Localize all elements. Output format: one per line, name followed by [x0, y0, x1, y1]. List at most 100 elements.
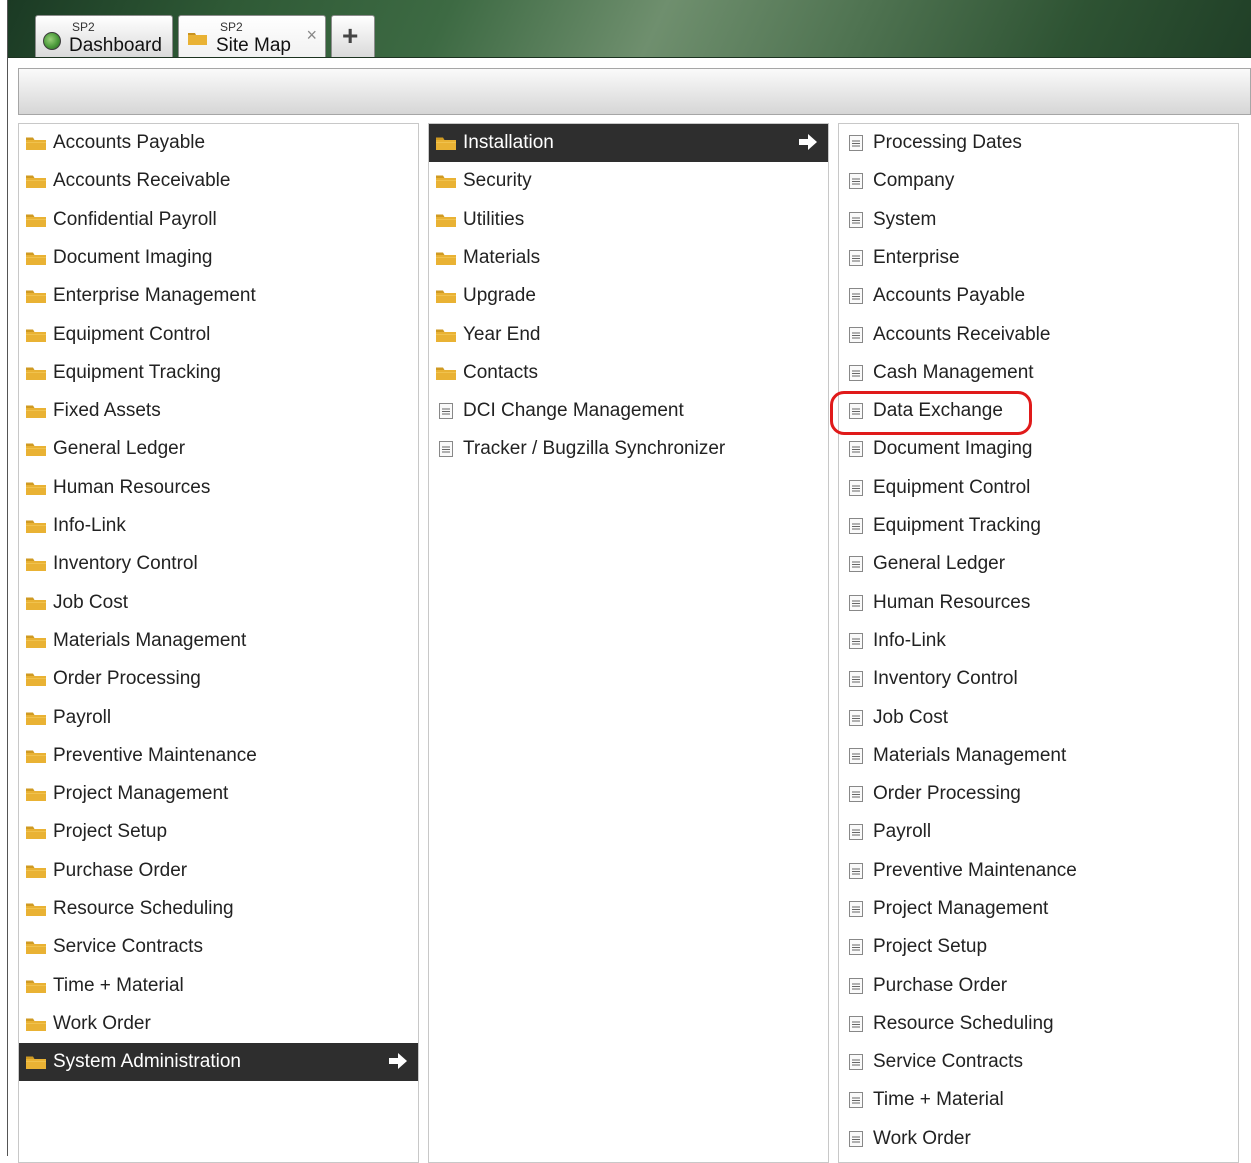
item-label: Cash Management: [873, 362, 1034, 383]
page-item-info-link[interactable]: Info-Link: [839, 622, 1238, 660]
folder-icon: [25, 940, 47, 955]
folder-icon: [25, 404, 47, 419]
page-item-time-material[interactable]: Time + Material: [839, 1081, 1238, 1119]
folder-icon: [25, 519, 47, 534]
item-label: Preventive Maintenance: [873, 860, 1077, 881]
item-label: Enterprise Management: [53, 285, 256, 306]
document-icon: [435, 403, 457, 419]
page-item-service-contracts[interactable]: Service Contracts: [839, 1043, 1238, 1081]
page-item-project-management[interactable]: Project Management: [839, 890, 1238, 928]
item-label: Equipment Control: [53, 324, 211, 345]
page-item-general-ledger[interactable]: General Ledger: [839, 545, 1238, 583]
item-label: Confidential Payroll: [53, 209, 217, 230]
folder-item-equipment-control[interactable]: Equipment Control: [19, 316, 418, 354]
page-item-project-setup[interactable]: Project Setup: [839, 928, 1238, 966]
folder-item-job-cost[interactable]: Job Cost: [19, 584, 418, 622]
page-item-system[interactable]: System: [839, 201, 1238, 239]
tab-site-map[interactable]: SP2 Site Map ×: [178, 15, 326, 58]
page-item-human-resources[interactable]: Human Resources: [839, 584, 1238, 622]
add-tab-button[interactable]: +: [331, 15, 375, 58]
item-label: Materials Management: [53, 630, 247, 651]
item-label: Time + Material: [873, 1089, 1004, 1110]
page-item-dci-change-management[interactable]: DCI Change Management: [429, 392, 828, 430]
folder-item-project-setup[interactable]: Project Setup: [19, 813, 418, 851]
folder-item-preventive-maintenance[interactable]: Preventive Maintenance: [19, 737, 418, 775]
folder-item-human-resources[interactable]: Human Resources: [19, 469, 418, 507]
window-left-edge: [0, 0, 8, 1156]
folder-item-document-imaging[interactable]: Document Imaging: [19, 239, 418, 277]
folder-item-project-management[interactable]: Project Management: [19, 775, 418, 813]
installation-column: Processing Dates Company System Enterprise A…: [838, 123, 1239, 1163]
folder-icon: [25, 174, 47, 189]
page-item-enterprise[interactable]: Enterprise: [839, 239, 1238, 277]
folder-item-time-material[interactable]: Time + Material: [19, 967, 418, 1005]
page-item-job-cost[interactable]: Job Cost: [839, 699, 1238, 737]
page-item-accounts-receivable[interactable]: Accounts Receivable: [839, 316, 1238, 354]
page-item-materials-management[interactable]: Materials Management: [839, 737, 1238, 775]
document-icon: [845, 978, 867, 994]
item-label: Materials Management: [873, 745, 1067, 766]
folder-item-order-processing[interactable]: Order Processing: [19, 660, 418, 698]
folder-item-equipment-tracking[interactable]: Equipment Tracking: [19, 354, 418, 392]
page-item-order-processing[interactable]: Order Processing: [839, 775, 1238, 813]
item-label: Info-Link: [873, 630, 946, 651]
folder-item-work-order[interactable]: Work Order: [19, 1005, 418, 1043]
folder-item-contacts[interactable]: Contacts: [429, 354, 828, 392]
folder-item-materials[interactable]: Materials: [429, 239, 828, 277]
folder-item-enterprise-management[interactable]: Enterprise Management: [19, 277, 418, 315]
page-item-resource-scheduling[interactable]: Resource Scheduling: [839, 1005, 1238, 1043]
folder-item-fixed-assets[interactable]: Fixed Assets: [19, 392, 418, 430]
folder-item-installation[interactable]: Installation: [429, 124, 828, 162]
folder-item-utilities[interactable]: Utilities: [429, 201, 828, 239]
folder-item-accounts-receivable[interactable]: Accounts Receivable: [19, 162, 418, 200]
folder-item-payroll[interactable]: Payroll: [19, 699, 418, 737]
item-label: Human Resources: [53, 477, 211, 498]
page-item-accounts-payable[interactable]: Accounts Payable: [839, 277, 1238, 315]
close-tab-icon[interactable]: ×: [306, 26, 317, 44]
tab-bar: SP2 Dashboard SP2 Site Map × +: [8, 0, 1251, 58]
item-label: DCI Change Management: [463, 400, 684, 421]
folder-icon: [25, 442, 47, 457]
page-item-tracker-bugzilla-synchronizer[interactable]: Tracker / Bugzilla Synchronizer: [429, 430, 828, 468]
page-item-cash-management[interactable]: Cash Management: [839, 354, 1238, 392]
folder-icon: [435, 136, 457, 151]
plus-icon: +: [342, 20, 359, 51]
folder-item-resource-scheduling[interactable]: Resource Scheduling: [19, 890, 418, 928]
page-item-purchase-order[interactable]: Purchase Order: [839, 967, 1238, 1005]
folder-item-info-link[interactable]: Info-Link: [19, 507, 418, 545]
item-label: Payroll: [53, 707, 112, 728]
page-item-document-imaging[interactable]: Document Imaging: [839, 430, 1238, 468]
item-label: Document Imaging: [873, 438, 1033, 459]
folder-icon: [435, 366, 457, 381]
folder-icon: [435, 251, 457, 266]
folder-item-year-end[interactable]: Year End: [429, 316, 828, 354]
document-icon: [845, 824, 867, 840]
folder-item-system-administration[interactable]: System Administration: [19, 1043, 418, 1081]
page-item-work-order[interactable]: Work Order: [839, 1120, 1238, 1158]
document-icon: [845, 901, 867, 917]
folder-item-inventory-control[interactable]: Inventory Control: [19, 545, 418, 583]
folder-item-security[interactable]: Security: [429, 162, 828, 200]
folder-item-service-contracts[interactable]: Service Contracts: [19, 928, 418, 966]
page-item-equipment-control[interactable]: Equipment Control: [839, 469, 1238, 507]
page-item-processing-dates[interactable]: Processing Dates: [839, 124, 1238, 162]
item-label: Company: [873, 170, 955, 191]
page-item-payroll[interactable]: Payroll: [839, 813, 1238, 851]
item-label: System: [873, 209, 937, 230]
folder-item-confidential-payroll[interactable]: Confidential Payroll: [19, 201, 418, 239]
tab-dashboard[interactable]: SP2 Dashboard: [35, 15, 173, 58]
folder-icon: [25, 787, 47, 802]
folder-icon: [25, 902, 47, 917]
folder-item-materials-management[interactable]: Materials Management: [19, 622, 418, 660]
page-item-inventory-control[interactable]: Inventory Control: [839, 660, 1238, 698]
page-item-company[interactable]: Company: [839, 162, 1238, 200]
item-label: Document Imaging: [53, 247, 213, 268]
page-item-equipment-tracking[interactable]: Equipment Tracking: [839, 507, 1238, 545]
folder-item-general-ledger[interactable]: General Ledger: [19, 430, 418, 468]
item-label: Service Contracts: [53, 936, 203, 957]
folder-icon: [25, 864, 47, 879]
folder-item-purchase-order[interactable]: Purchase Order: [19, 852, 418, 890]
folder-item-accounts-payable[interactable]: Accounts Payable: [19, 124, 418, 162]
page-item-preventive-maintenance[interactable]: Preventive Maintenance: [839, 852, 1238, 890]
folder-item-upgrade[interactable]: Upgrade: [429, 277, 828, 315]
